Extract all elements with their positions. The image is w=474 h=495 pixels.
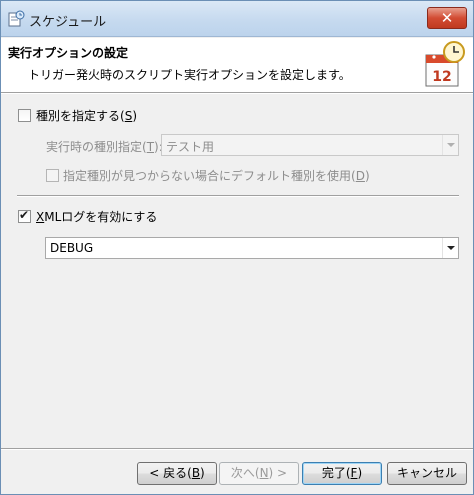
run-type-label: 実行時の種別指定(T): bbox=[46, 140, 163, 154]
fallback-default-checkbox[interactable] bbox=[46, 169, 59, 182]
run-type-select[interactable]: テスト用 bbox=[161, 134, 459, 156]
specify-type-checkbox[interactable] bbox=[18, 109, 31, 122]
script-app-icon bbox=[8, 10, 25, 27]
back-button[interactable]: < 戻る(B) bbox=[137, 462, 217, 485]
finish-button[interactable]: 完了(F) bbox=[302, 462, 382, 485]
calendar-day-number: 12 bbox=[432, 69, 451, 85]
cancel-button[interactable]: キャンセル bbox=[387, 462, 467, 485]
page-subtitle: トリガー発火時のスクリプト実行オプションを設定します。 bbox=[28, 68, 351, 82]
fallback-default-label[interactable]: 指定種別が見つからない場合にデフォルト種別を使用(D) bbox=[63, 167, 370, 184]
log-level-select[interactable]: DEBUG bbox=[45, 237, 459, 259]
specify-type-label[interactable]: 種別を指定する(S) bbox=[36, 107, 137, 124]
xml-log-checkbox[interactable] bbox=[18, 208, 31, 223]
title-bar[interactable]: スケジュール ✕ bbox=[1, 1, 473, 37]
header-divider bbox=[1, 93, 473, 94]
next-button[interactable]: 次へ(N) > bbox=[219, 462, 299, 485]
close-button[interactable]: ✕ bbox=[427, 7, 467, 29]
calendar-clock-icon: 12 bbox=[425, 41, 465, 87]
section-separator bbox=[17, 195, 459, 197]
xml-log-label[interactable]: XMLログを有効にする bbox=[36, 208, 157, 225]
schedule-dialog: スケジュール ✕ 実行オプションの設定 トリガー発火時のスクリプト実行オプション… bbox=[0, 0, 474, 495]
footer-separator bbox=[1, 448, 473, 450]
page-title: 実行オプションの設定 bbox=[8, 46, 129, 60]
chevron-down-icon bbox=[442, 135, 458, 155]
chevron-down-icon bbox=[442, 238, 458, 258]
wizard-header: 実行オプションの設定 トリガー発火時のスクリプト実行オプションを設定します。 1… bbox=[1, 38, 473, 93]
window-title: スケジュール bbox=[29, 15, 107, 30]
